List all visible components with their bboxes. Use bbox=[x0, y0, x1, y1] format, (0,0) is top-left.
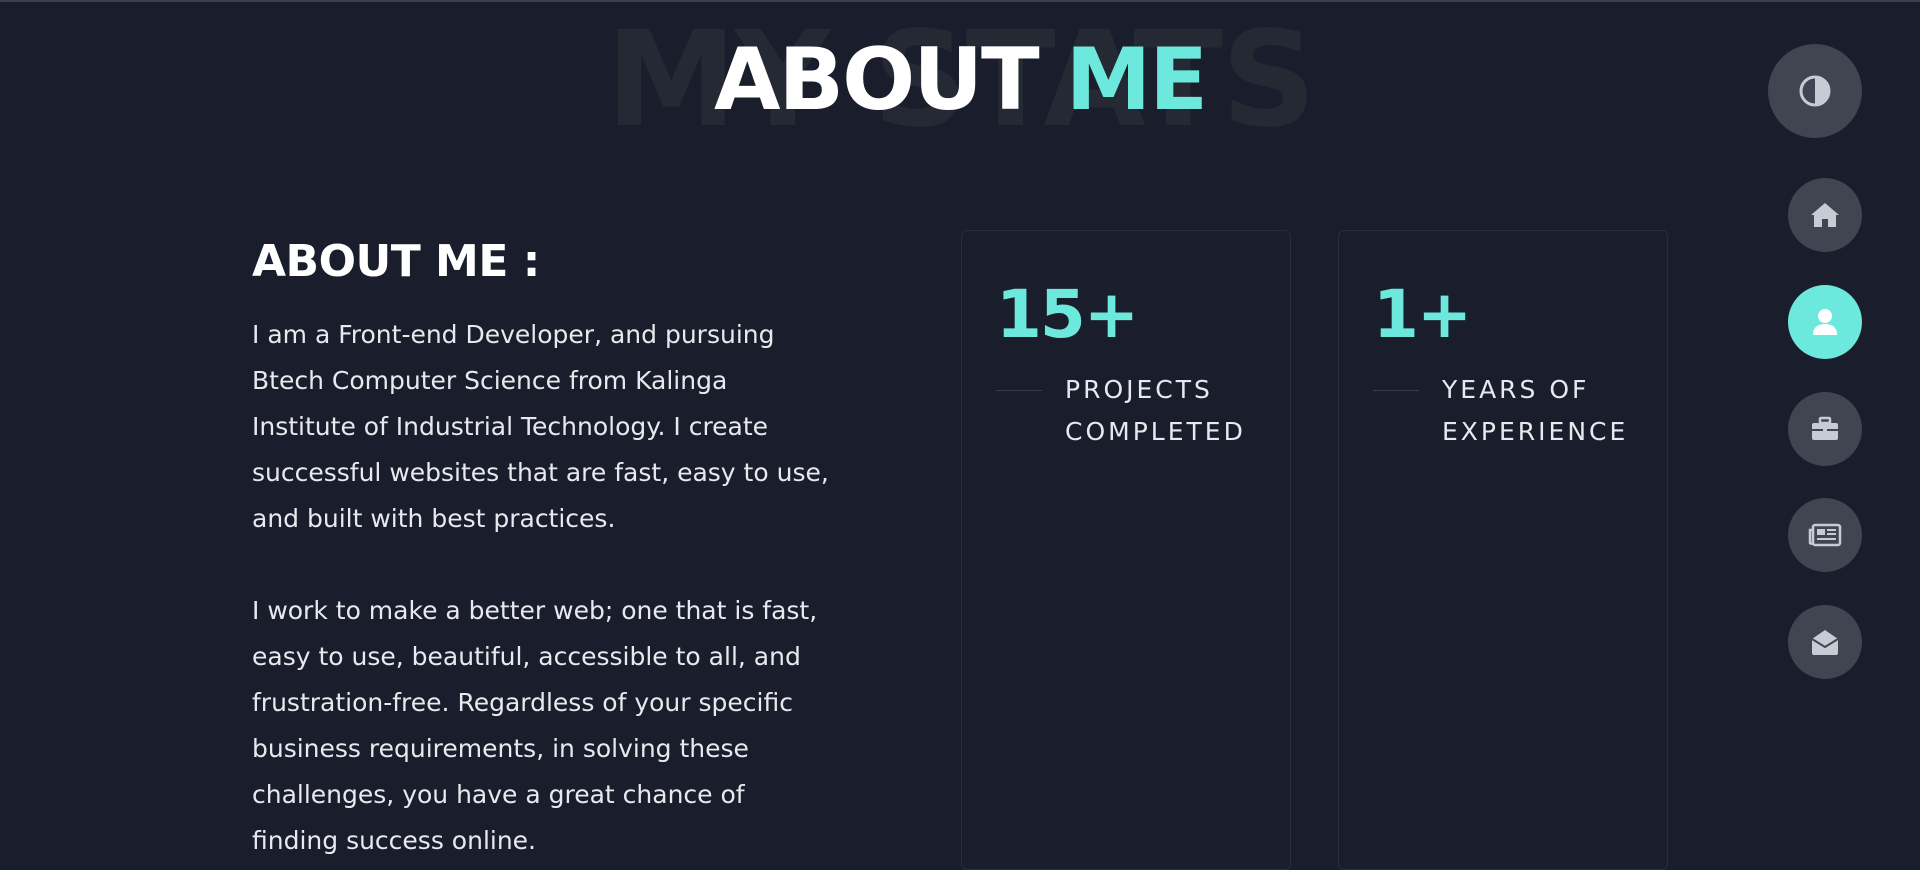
nav-contact-button[interactable] bbox=[1788, 605, 1862, 679]
title-word-me: ME bbox=[1065, 30, 1208, 130]
title-word-about: ABOUT bbox=[714, 30, 1040, 130]
user-icon bbox=[1813, 309, 1837, 335]
about-title: ABOUT ME : bbox=[252, 236, 540, 287]
nav-home-button[interactable] bbox=[1788, 178, 1862, 252]
home-icon bbox=[1811, 203, 1839, 227]
contrast-icon bbox=[1799, 75, 1831, 107]
stat-divider bbox=[996, 390, 1042, 391]
nav-blog-button[interactable] bbox=[1788, 498, 1862, 572]
window-top-border bbox=[0, 0, 1920, 2]
stat-label: YEARS OF EXPERIENCE bbox=[1442, 375, 1629, 446]
about-paragraph-2: I work to make a better web; one that is… bbox=[252, 596, 818, 855]
about-section: ABOUT ME : I am a Front-end Developer, a… bbox=[252, 232, 832, 864]
stat-label: PROJECTS COMPLETED bbox=[1065, 375, 1246, 446]
briefcase-icon bbox=[1812, 416, 1838, 440]
stat-value: 1+ bbox=[1373, 276, 1472, 353]
stat-card-experience: 1+ YEARS OF EXPERIENCE bbox=[1338, 230, 1668, 870]
theme-toggle-button[interactable] bbox=[1768, 44, 1862, 138]
stat-card-projects: 15+ PROJECTS COMPLETED bbox=[961, 230, 1291, 870]
newspaper-icon bbox=[1808, 523, 1842, 547]
nav-about-button[interactable] bbox=[1788, 285, 1862, 359]
nav-portfolio-button[interactable] bbox=[1788, 392, 1862, 466]
stat-value: 15+ bbox=[996, 276, 1139, 353]
stat-divider bbox=[1373, 390, 1419, 391]
envelope-open-icon bbox=[1811, 630, 1839, 655]
section-heading: MY STATS ABOUT ME bbox=[0, 14, 1920, 146]
about-paragraph-1: I am a Front-end Developer, and pursuing… bbox=[252, 320, 829, 533]
page-title: ABOUT ME bbox=[0, 32, 1920, 128]
